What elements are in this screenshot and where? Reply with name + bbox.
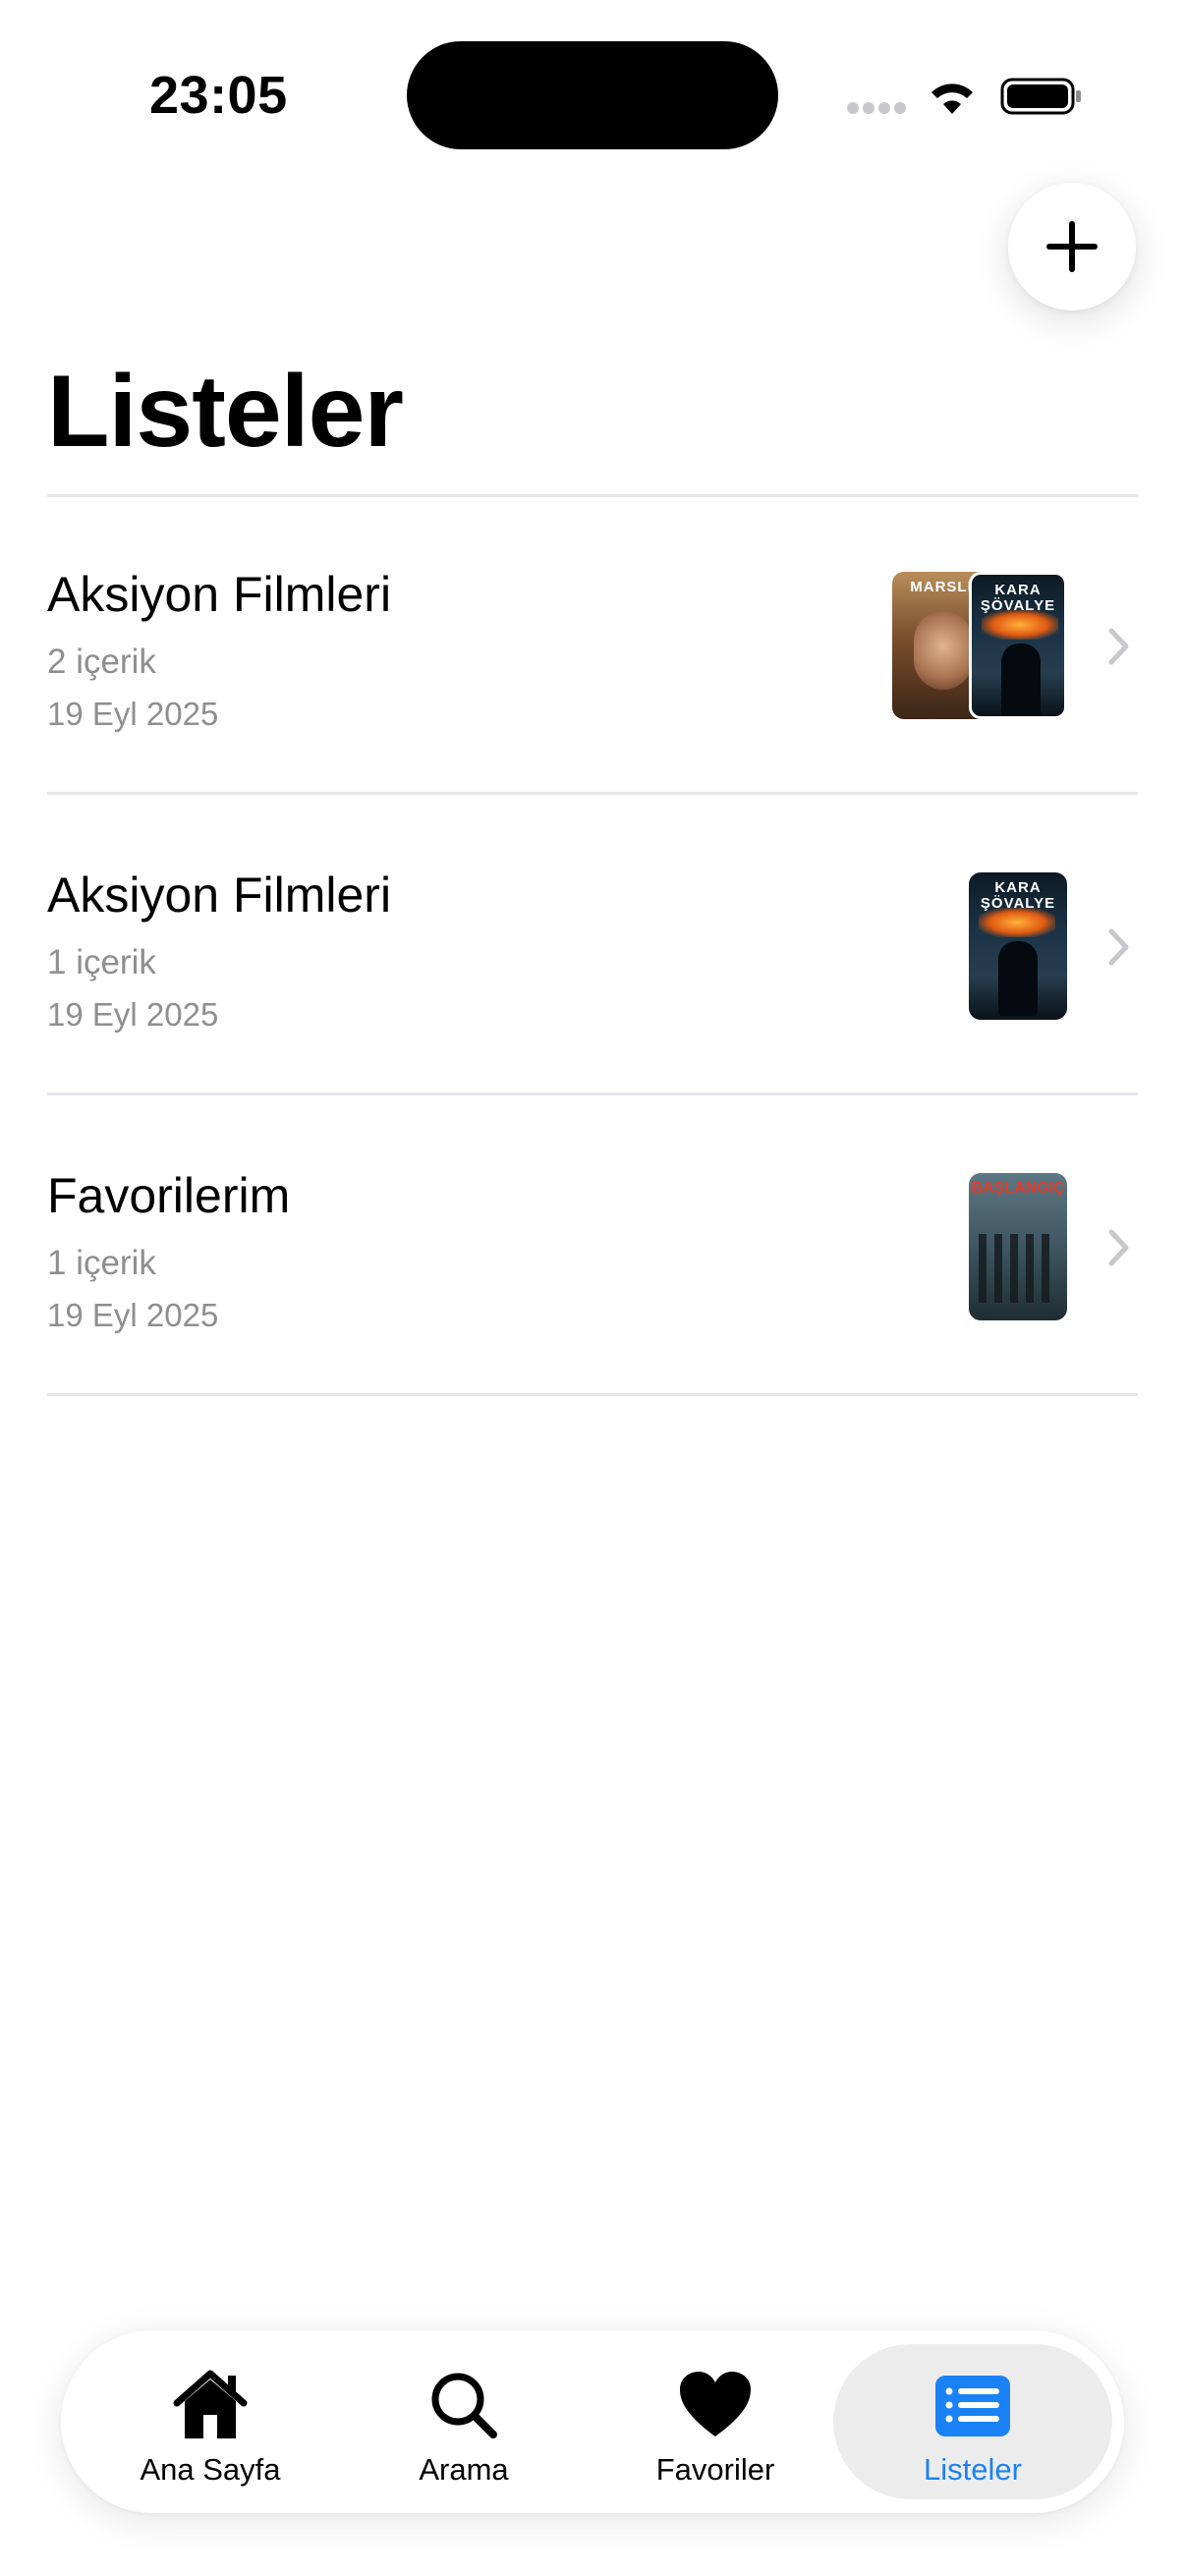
poster-title-text: KARA ŞÖVALYE xyxy=(980,879,1056,912)
tab-listeler[interactable]: Listeler xyxy=(845,2330,1100,2513)
chevron-right-icon xyxy=(1108,1229,1129,1266)
tab-ana-sayfa[interactable]: Ana Sayfa xyxy=(83,2330,338,2513)
list-icon xyxy=(935,2376,1010,2436)
row-divider xyxy=(47,1393,1138,1396)
cellular-signal-icon xyxy=(847,102,908,116)
list-item[interactable]: Favorilerim 1 içerik 19 Eyl 2025 BAŞLANG… xyxy=(0,1098,1185,1393)
list-item-count: 1 içerik xyxy=(47,943,156,981)
poster-title-text: KARA ŞÖVALYE xyxy=(980,582,1056,614)
add-list-button[interactable] xyxy=(1008,183,1136,310)
tab-bar: Ana Sayfa Arama Favoriler Listeler xyxy=(61,2330,1124,2513)
row-divider xyxy=(47,792,1138,795)
heart-icon xyxy=(680,2372,751,2436)
list-date: 19 Eyl 2025 xyxy=(47,696,219,732)
plus-icon xyxy=(1046,221,1098,272)
tab-label: Favoriler xyxy=(655,2452,775,2487)
poster-thumbnail: BAŞLANGIÇ xyxy=(969,1173,1067,1320)
list-item-count: 1 içerik xyxy=(47,1244,156,1282)
list-name: Aksiyon Filmleri xyxy=(47,567,392,622)
status-time: 23:05 xyxy=(149,66,288,125)
page-title: Listeler xyxy=(47,355,404,469)
poster-thumbnail: KARA ŞÖVALYE xyxy=(969,872,1067,1020)
battery-icon xyxy=(1000,78,1081,115)
list-date: 19 Eyl 2025 xyxy=(47,996,219,1033)
dynamic-island xyxy=(407,41,778,149)
list-name: Aksiyon Filmleri xyxy=(47,868,392,923)
house-icon xyxy=(173,2370,248,2438)
list-item[interactable]: Aksiyon Filmleri 1 içerik 19 Eyl 2025 KA… xyxy=(0,798,1185,1092)
list-date: 19 Eyl 2025 xyxy=(47,1297,219,1333)
chevron-right-icon xyxy=(1108,928,1129,966)
tab-favoriler[interactable]: Favoriler xyxy=(588,2330,843,2513)
tab-arama[interactable]: Arama xyxy=(336,2330,592,2513)
poster-thumbnail: KARA ŞÖVALYE xyxy=(969,572,1067,719)
tab-label: Listeler xyxy=(924,2452,1022,2487)
wifi-icon xyxy=(931,84,973,114)
tab-label: Ana Sayfa xyxy=(140,2452,281,2487)
poster-title-text: BAŞLANGIÇ xyxy=(971,1180,1065,1197)
tab-label: Arama xyxy=(419,2452,509,2487)
magnifier-icon xyxy=(431,2373,497,2438)
list-item[interactable]: Aksiyon Filmleri 2 içerik 19 Eyl 2025 MA… xyxy=(0,497,1185,792)
list-item-count: 2 içerik xyxy=(47,643,156,681)
row-divider xyxy=(47,1092,1138,1095)
chevron-right-icon xyxy=(1108,628,1129,665)
list-name: Favorilerim xyxy=(47,1168,291,1223)
